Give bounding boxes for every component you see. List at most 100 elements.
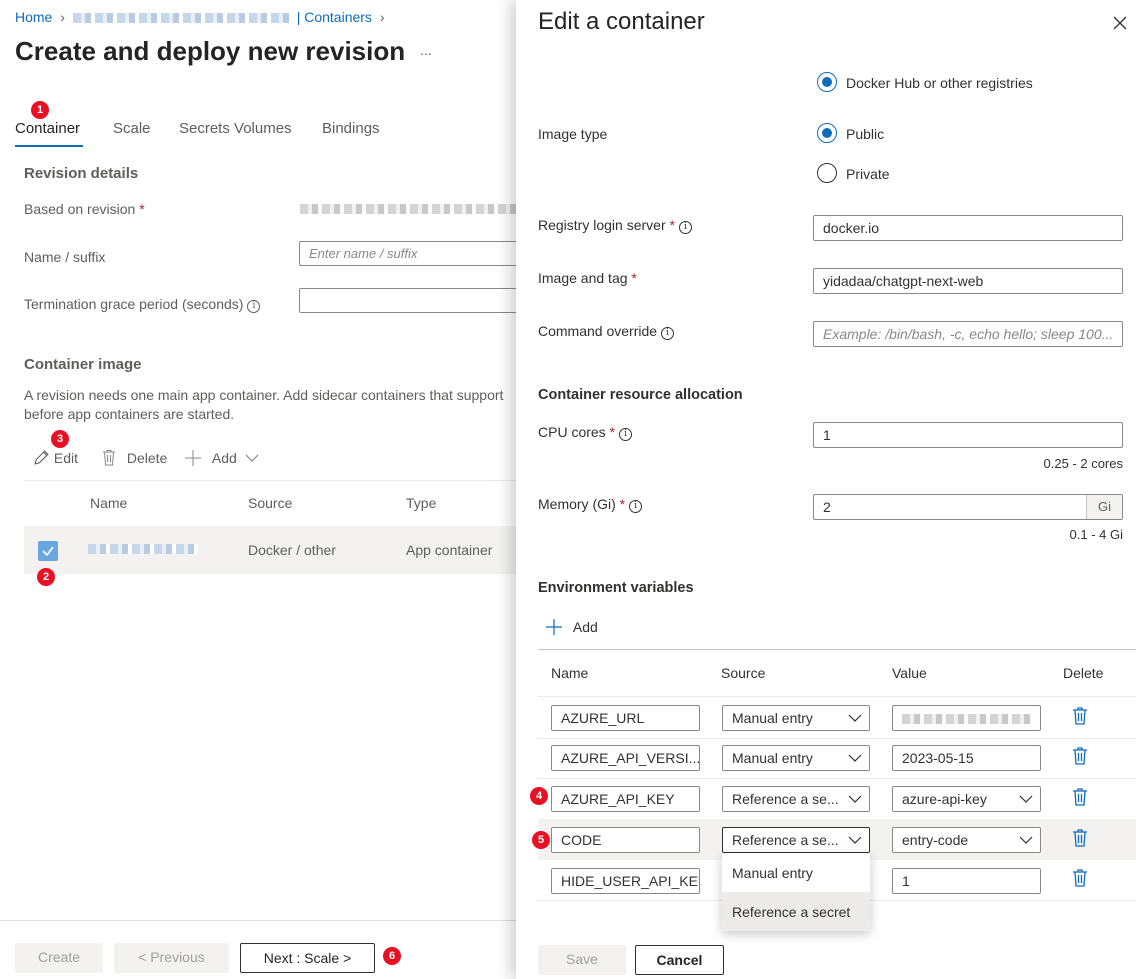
env-add-button[interactable]: Add — [545, 618, 598, 636]
based-on-revision-value — [300, 204, 516, 214]
create-button[interactable]: Create — [15, 943, 103, 973]
env-row-divider — [538, 738, 1136, 739]
info-icon[interactable]: i — [247, 300, 261, 313]
trash-icon[interactable] — [1072, 869, 1088, 887]
info-icon[interactable]: i — [661, 327, 675, 340]
name-suffix-input[interactable]: Enter name / suffix — [299, 241, 529, 266]
edit-button[interactable]: Edit — [33, 449, 78, 466]
memory-unit-suffix: Gi — [1086, 495, 1122, 519]
breadcrumb-home[interactable]: Home — [15, 9, 52, 25]
env-value-input[interactable]: 1 — [892, 868, 1041, 894]
previous-button[interactable]: < Previous — [114, 943, 229, 973]
col-source: Source — [248, 495, 293, 511]
env-vars-heading: Environment variables — [538, 580, 694, 596]
env-name-input[interactable]: AZURE_API_VERSI... — [551, 745, 700, 771]
step-badge-1: 1 — [31, 101, 49, 119]
env-source-dropdown[interactable]: Manual entry — [722, 745, 870, 771]
based-on-revision-label: Based on revision * — [24, 201, 145, 217]
env-value-input[interactable]: 2023-05-15 — [892, 745, 1041, 771]
row-type: App container — [406, 542, 493, 558]
tab-secrets-volumes[interactable]: Secrets Volumes — [179, 120, 292, 137]
public-radio[interactable] — [817, 123, 837, 143]
env-col-source: Source — [721, 665, 766, 681]
row-source: Docker / other — [248, 542, 336, 558]
tab-container[interactable]: Container — [15, 120, 80, 137]
memory-label: Memory (Gi) * i — [538, 496, 643, 513]
memory-input[interactable]: 2 — [813, 494, 1123, 520]
env-table-top — [538, 649, 1136, 650]
env-name-input[interactable]: CODE — [551, 827, 700, 853]
env-name-input[interactable]: HIDE_USER_API_KEY — [551, 868, 700, 894]
env-source-dropdown[interactable]: Manual entry — [722, 705, 870, 731]
env-name-input[interactable]: AZURE_API_KEY — [551, 786, 700, 812]
cpu-range-hint: 0.25 - 2 cores — [1043, 456, 1124, 471]
revision-details-heading: Revision details — [24, 165, 139, 182]
dropdown-option-reference-secret[interactable]: Reference a secret — [722, 892, 870, 931]
env-value-redacted — [902, 714, 1030, 724]
env-source-dropdown[interactable]: Reference a se... — [722, 786, 870, 812]
image-tag-label: Image and tag * — [538, 270, 637, 286]
info-icon[interactable]: i — [629, 500, 643, 513]
trash-icon[interactable] — [1072, 747, 1088, 765]
table-row[interactable]: Docker / other App container — [24, 526, 516, 574]
step-badge-4: 4 — [530, 787, 548, 805]
cpu-cores-input[interactable]: 1 — [813, 422, 1123, 448]
env-col-delete: Delete — [1063, 665, 1104, 681]
row-checkbox[interactable] — [38, 541, 58, 561]
resource-allocation-heading: Container resource allocation — [538, 387, 743, 403]
termination-grace-input[interactable] — [299, 288, 529, 313]
cpu-cores-label: CPU cores * i — [538, 424, 633, 441]
breadcrumb-redacted — [72, 13, 293, 23]
breadcrumb-containers[interactable]: | Containers — [297, 9, 372, 25]
container-image-description: A revision needs one main app container.… — [24, 387, 504, 422]
trash-icon[interactable] — [1072, 788, 1088, 806]
memory-range-hint: 0.1 - 4 Gi — [1069, 527, 1123, 542]
chevron-down-icon — [848, 714, 862, 722]
image-tag-input[interactable]: yidadaa/chatgpt-next-web — [813, 268, 1123, 294]
env-name-input[interactable]: AZURE_URL — [551, 705, 700, 731]
env-value-input[interactable] — [892, 705, 1041, 731]
add-button[interactable]: Add — [184, 449, 259, 467]
command-override-label: Command override i — [538, 323, 675, 340]
breadcrumb: Home › | Containers › — [15, 9, 385, 25]
step-badge-5: 5 — [532, 831, 550, 849]
info-icon[interactable]: i — [619, 428, 633, 441]
next-scale-button[interactable]: Next : Scale > — [240, 943, 375, 973]
command-override-input[interactable]: Example: /bin/bash, -c, echo hello; slee… — [813, 321, 1123, 347]
tab-bindings[interactable]: Bindings — [322, 120, 380, 137]
panel-title: Edit a container — [538, 8, 705, 35]
close-icon[interactable] — [1113, 16, 1127, 30]
env-value-dropdown[interactable]: azure-api-key — [892, 786, 1041, 812]
env-value-dropdown[interactable]: entry-code — [892, 827, 1041, 853]
registry-login-input[interactable]: docker.io — [813, 215, 1123, 241]
container-image-heading: Container image — [24, 356, 142, 373]
pencil-icon — [34, 450, 49, 465]
delete-button[interactable]: Delete — [101, 449, 167, 466]
dropdown-option-manual-entry[interactable]: Manual entry — [722, 853, 870, 892]
plus-icon — [185, 450, 201, 466]
trash-icon[interactable] — [1072, 707, 1088, 725]
registry-option-label: Docker Hub or other registries — [846, 75, 1033, 91]
footer-divider — [0, 920, 516, 921]
env-header-divider — [538, 696, 1136, 697]
private-radio[interactable] — [817, 163, 837, 183]
checkmark-icon — [42, 546, 54, 557]
row-name-redacted — [88, 544, 198, 554]
chevron-down-icon — [1019, 795, 1033, 803]
env-source-dropdown[interactable]: Reference a se... — [722, 827, 870, 853]
col-type: Type — [406, 495, 437, 511]
plus-icon — [546, 619, 562, 635]
step-badge-2: 2 — [37, 568, 55, 586]
trash-icon[interactable] — [1072, 829, 1088, 847]
tab-scale[interactable]: Scale — [113, 120, 151, 137]
col-name: Name — [90, 495, 128, 511]
chevron-down-icon — [245, 454, 259, 462]
save-button[interactable]: Save — [538, 945, 626, 975]
more-options-button[interactable]: ... — [420, 42, 432, 58]
public-label: Public — [846, 126, 885, 142]
image-type-label: Image type — [538, 126, 608, 142]
breadcrumb-separator: › — [379, 9, 385, 25]
registry-radio[interactable] — [817, 72, 837, 92]
info-icon[interactable]: i — [678, 221, 692, 234]
cancel-button[interactable]: Cancel — [635, 945, 724, 975]
